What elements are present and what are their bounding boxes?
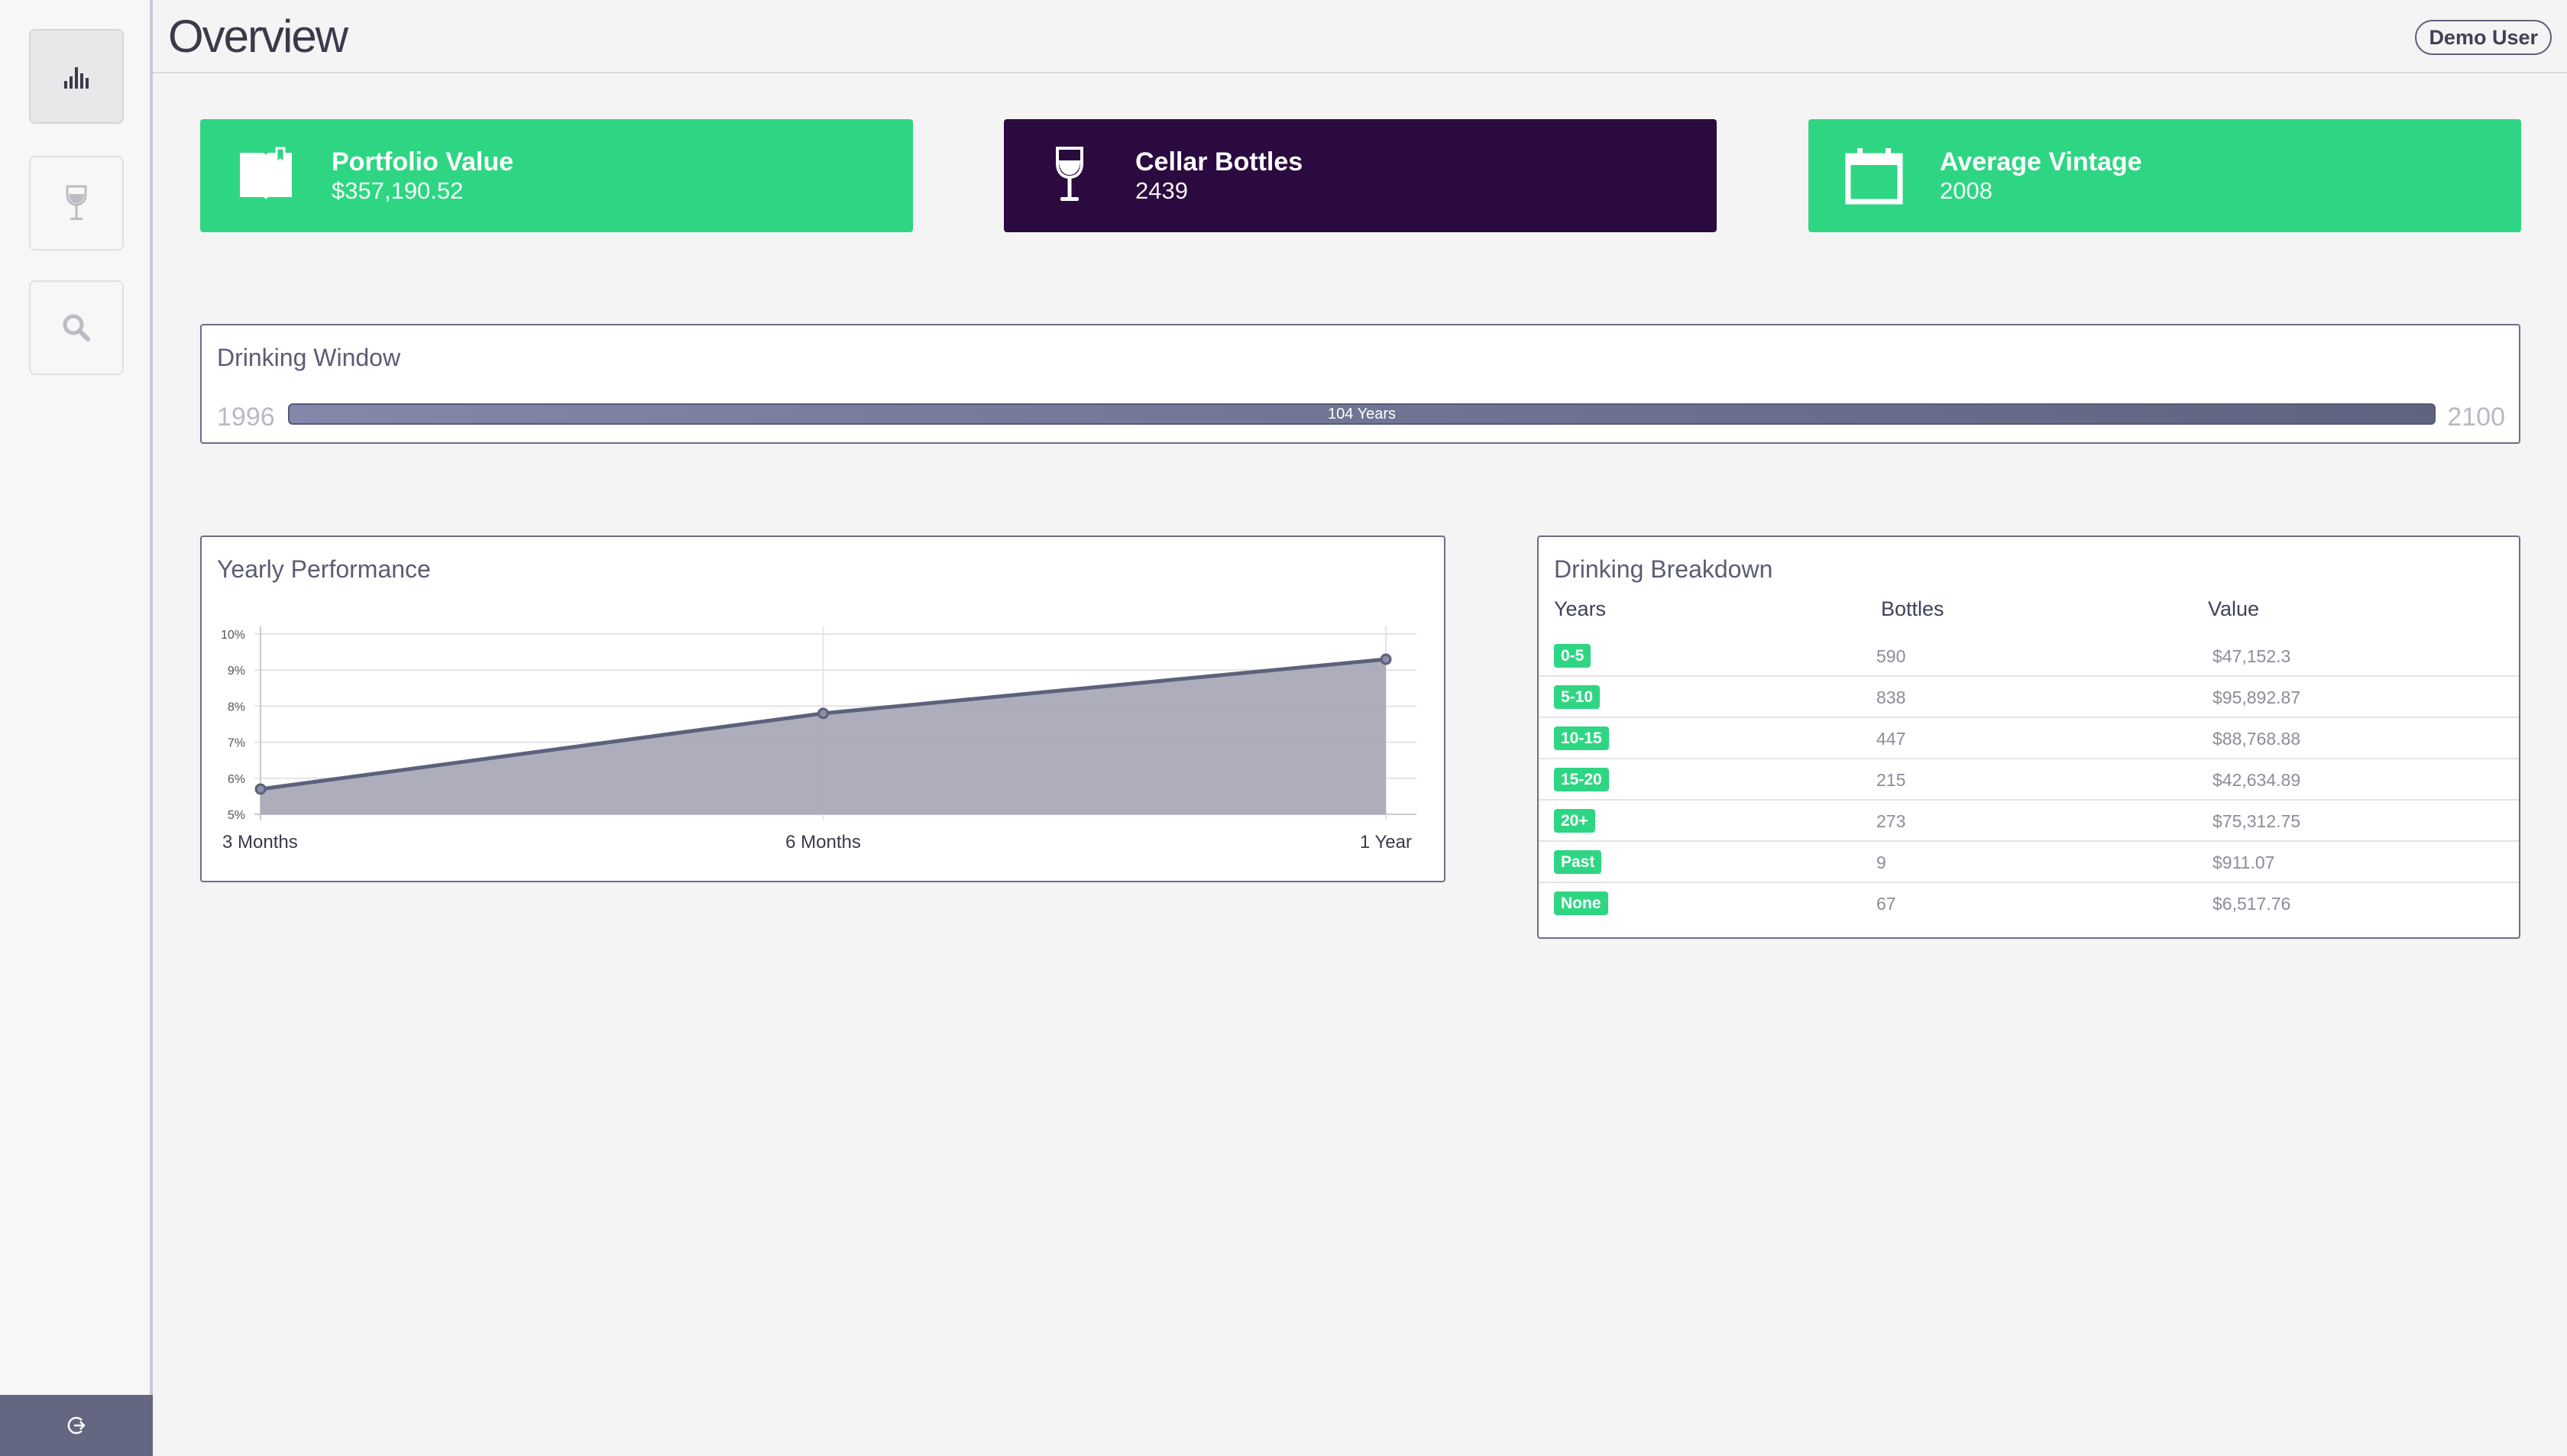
- drinking-window-panel: Drinking Window 1996 104 Years 2100: [200, 324, 2520, 444]
- table-row: 10-15 447 $88,768.88: [1539, 718, 2519, 759]
- stat-value: 2008: [1940, 177, 1992, 204]
- sidebar: [0, 0, 153, 1456]
- stat-value: $357,190.52: [332, 177, 464, 204]
- value-cell: $95,892.87: [2213, 688, 2301, 707]
- y-tick-label: 5%: [228, 809, 245, 822]
- table-row: 5-10 838 $95,892.87: [1539, 677, 2519, 718]
- cellar-bottles-card: Cellar Bottles 2439: [1004, 119, 1717, 232]
- bottles-cell: 838: [1876, 688, 1906, 707]
- user-menu-button[interactable]: Demo User: [2415, 20, 2552, 55]
- value-cell: $75,312.75: [2213, 811, 2301, 831]
- x-tick-label: 3 Months: [222, 832, 298, 853]
- years-badge: 15-20: [1554, 768, 1609, 791]
- y-tick-label: 9%: [228, 665, 245, 678]
- y-tick-label: 7%: [228, 737, 245, 750]
- table-row: 0-5 590 $47,152.3: [1539, 636, 2519, 677]
- value-cell: $6,517.76: [2213, 894, 2291, 914]
- years-badge: None: [1554, 891, 1608, 915]
- drinking-window-bar: 104 Years: [288, 403, 2436, 425]
- years-badge: Past: [1554, 850, 1602, 874]
- value-cell: $47,152.3: [2213, 646, 2291, 666]
- column-header-bottles: Bottles: [1881, 597, 1944, 620]
- years-badge: 5-10: [1554, 685, 1601, 709]
- value-cell: $42,634.89: [2213, 770, 2301, 790]
- book-icon: [240, 147, 292, 200]
- bottles-cell: 447: [1876, 729, 1906, 749]
- stat-label: Portfolio Value: [332, 147, 514, 176]
- calendar-icon: [1845, 148, 1903, 205]
- average-vintage-card: Average Vintage 2008: [1808, 119, 2521, 232]
- data-point: [1380, 653, 1392, 665]
- stat-label: Average Vintage: [1940, 147, 2142, 176]
- panel-title: Drinking Breakdown: [1554, 555, 1773, 583]
- years-badge: 0-5: [1554, 644, 1591, 668]
- data-point: [254, 783, 267, 795]
- years-badge: 10-15: [1554, 726, 1609, 750]
- value-cell: $88,768.88: [2213, 729, 2301, 749]
- y-tick-label: 8%: [228, 700, 245, 713]
- bottles-cell: 273: [1876, 811, 1906, 831]
- stat-value: 2439: [1135, 177, 1188, 204]
- bottles-cell: 590: [1876, 646, 1906, 666]
- logout-icon: [67, 1416, 86, 1435]
- column-header-value: Value: [2208, 597, 2260, 620]
- x-tick-label: 6 Months: [785, 832, 861, 853]
- window-end-year: 2100: [2447, 403, 2505, 432]
- window-start-year: 1996: [217, 403, 275, 432]
- y-tick-label: 6%: [228, 773, 245, 786]
- search-icon: [63, 314, 90, 341]
- nav-cellar-button[interactable]: [29, 156, 124, 251]
- bottles-cell: 9: [1876, 853, 1886, 872]
- table-row: 15-20 215 $42,634.89: [1539, 759, 2519, 801]
- panel-title: Drinking Window: [217, 344, 401, 371]
- nav-search-button[interactable]: [29, 280, 124, 375]
- bottles-cell: 67: [1876, 894, 1896, 914]
- value-cell: $911.07: [2213, 853, 2275, 872]
- y-tick-label: 10%: [221, 629, 245, 642]
- wine-glass-icon: [66, 185, 87, 220]
- column-header-years: Years: [1554, 597, 1607, 620]
- yearly-performance-panel: Yearly Performance 10% 9% 8% 7% 6% 5% 3 Months…: [200, 535, 1445, 882]
- x-tick-label: 1 Year: [1360, 832, 1412, 853]
- header: Overview Demo User: [153, 0, 2567, 73]
- years-badge: 20+: [1554, 809, 1595, 833]
- table-row: 20+ 273 $75,312.75: [1539, 801, 2519, 842]
- data-point: [817, 707, 829, 720]
- portfolio-value-card: Portfolio Value $357,190.52: [200, 119, 913, 232]
- yearly-performance-chart: 10% 9% 8% 7% 6% 5% 3 Months 6 Months 1 Year: [221, 626, 1416, 853]
- nav-overview-button[interactable]: [29, 29, 124, 124]
- bar-chart-icon: [64, 67, 89, 89]
- drinking-breakdown-panel: Drinking Breakdown Years Bottles Value 0…: [1537, 535, 2520, 939]
- wine-glass-icon: [1056, 147, 1083, 201]
- logout-button[interactable]: [0, 1395, 153, 1456]
- table-row: None 67 $6,517.76: [1539, 883, 2519, 924]
- bottles-cell: 215: [1876, 770, 1906, 790]
- page-title: Overview: [168, 11, 348, 62]
- table-row: Past 9 $911.07: [1539, 842, 2519, 883]
- stat-label: Cellar Bottles: [1135, 147, 1303, 176]
